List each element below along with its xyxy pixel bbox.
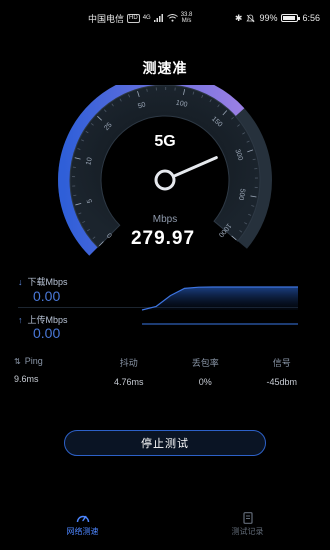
metric-value: 4.76ms bbox=[113, 377, 144, 387]
metric-jitter: 抖动 4.76ms bbox=[91, 356, 168, 387]
tab-speed-test[interactable]: 网络测速 bbox=[0, 512, 165, 550]
wifi-icon bbox=[166, 14, 178, 22]
carrier-text: 中国电信 bbox=[88, 13, 125, 24]
tab-label: 测试记录 bbox=[231, 527, 264, 536]
current-speed: 279.97 bbox=[131, 228, 195, 249]
metric-label: 丢包率 bbox=[191, 358, 219, 368]
battery-percent: 99% bbox=[259, 13, 278, 23]
gauge-tick bbox=[73, 194, 77, 197]
metric-packet-loss: 丢包率 0% bbox=[167, 356, 244, 387]
speed-unit: Mbps bbox=[153, 214, 177, 225]
upload-value: 0.00 bbox=[33, 325, 61, 341]
tab-test-records[interactable]: 测试记录 bbox=[165, 512, 330, 550]
status-bar: 中国电信 HD 4G 33.8 M/s ✱ 99% 6:56 bbox=[0, 0, 330, 36]
speedometer-icon bbox=[76, 515, 89, 523]
bottom-nav: 网络测速 测试记录 bbox=[0, 512, 330, 550]
bluetooth-icon: ✱ bbox=[234, 12, 243, 23]
arrow-up-icon: ↑ bbox=[18, 314, 23, 325]
rate-chart bbox=[141, 286, 298, 325]
metric-label: 抖动 bbox=[119, 358, 138, 368]
signal-icon bbox=[153, 14, 163, 22]
metric-label-row: ⇅ Ping bbox=[14, 356, 43, 366]
download-area bbox=[142, 287, 298, 310]
stop-test-button[interactable]: 停止测试 bbox=[64, 430, 266, 456]
download-label: 下载Mbps bbox=[27, 277, 68, 287]
gauge-needle bbox=[173, 156, 218, 178]
tab-label: 网络测速 bbox=[66, 527, 99, 536]
metric-value: 9.6ms bbox=[14, 374, 39, 384]
metric-value: -45dbm bbox=[266, 377, 297, 387]
network-speed-unit: M/s bbox=[181, 18, 192, 24]
metric-label: 信号 bbox=[272, 358, 291, 368]
metric-signal: 信号 -45dbm bbox=[244, 356, 321, 387]
network-type: 4G bbox=[142, 15, 151, 21]
ping-icon: ⇅ bbox=[14, 356, 21, 366]
metric-value: 0% bbox=[198, 377, 212, 387]
status-left: 中国电信 HD 4G 33.8 M/s bbox=[88, 12, 192, 25]
arrow-down-icon: ↓ bbox=[18, 276, 23, 287]
battery-icon bbox=[281, 14, 301, 22]
status-right: ✱ 99% 6:56 bbox=[235, 13, 320, 24]
metric-ping: ⇅ Ping 9.6ms bbox=[14, 356, 91, 387]
network-speed: 33.8 M/s bbox=[181, 12, 193, 24]
metrics-row: ⇅ Ping 9.6ms 抖动 4.76ms 丢包率 0% 信号 -45dbm bbox=[14, 356, 320, 387]
status-time: 6:56 bbox=[302, 13, 320, 23]
app-title: 测速准 bbox=[142, 60, 188, 76]
hd-badge: HD bbox=[127, 13, 140, 23]
download-label-row: ↓ 下载Mbps bbox=[18, 275, 68, 288]
record-icon bbox=[242, 512, 253, 524]
speed-gauge: 05102550 1001503005001000 5G Mbps 279.97 bbox=[58, 85, 272, 256]
silent-icon bbox=[246, 14, 256, 22]
needle-hub bbox=[154, 169, 176, 191]
network-type-label: 5G bbox=[154, 133, 175, 150]
download-value: 0.00 bbox=[33, 288, 61, 304]
metric-label: Ping bbox=[24, 356, 43, 366]
